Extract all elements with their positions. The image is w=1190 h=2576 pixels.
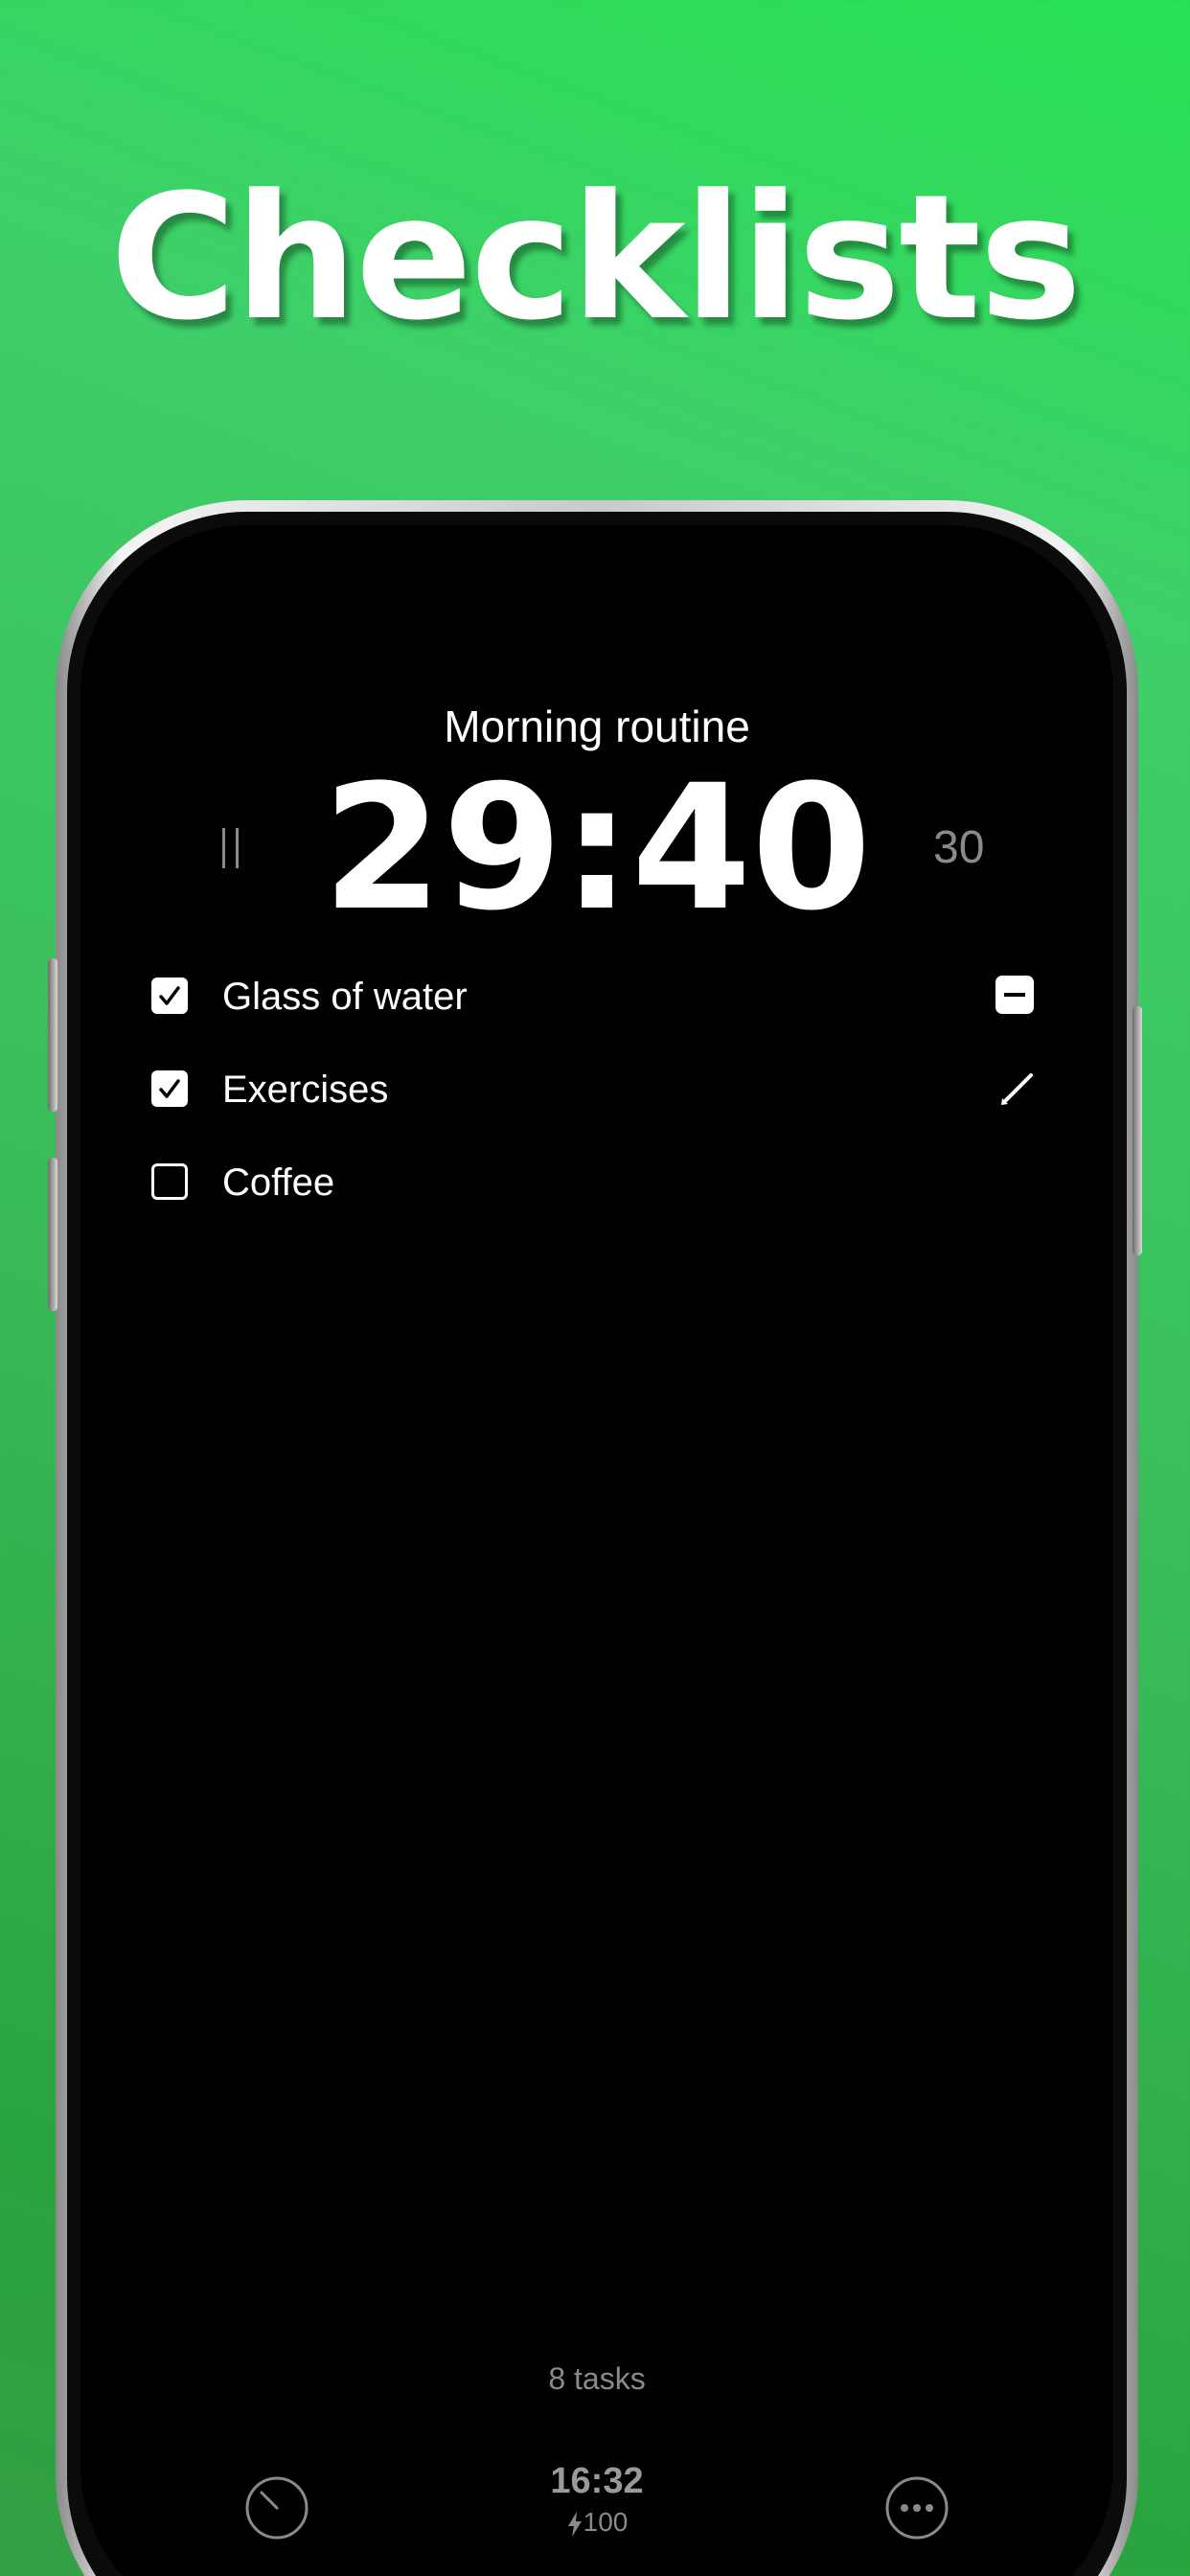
lightning-bolt-icon <box>567 2511 582 2537</box>
task-item[interactable]: Glass of water <box>151 968 1014 1025</box>
task-item[interactable]: Coffee <box>151 1154 1014 1211</box>
pencil-icon <box>1001 1073 1033 1105</box>
task-label: Coffee <box>222 1162 335 1204</box>
minus-square-icon <box>1004 993 1025 997</box>
remove-task-button[interactable] <box>995 976 1034 1014</box>
phone-power-button <box>1133 1006 1142 1255</box>
task-label: Exercises <box>222 1069 389 1111</box>
task-checkbox[interactable] <box>151 978 188 1014</box>
battery-indicator: 100 <box>80 2505 1113 2540</box>
phone-screen: Morning routine 29:40 30 Glass of water … <box>80 525 1113 2576</box>
task-checkbox[interactable] <box>151 1163 188 1200</box>
task-checkbox[interactable] <box>151 1070 188 1107</box>
more-button[interactable] <box>883 2474 950 2542</box>
checkmark-icon <box>159 986 180 1005</box>
task-item[interactable]: Exercises <box>151 1061 1014 1118</box>
duration-minutes[interactable]: 30 <box>933 820 984 876</box>
routine-title: Morning routine <box>444 702 750 751</box>
task-count: 8 tasks <box>548 2361 646 2396</box>
phone-mute-switch <box>48 958 57 1112</box>
checkmark-icon <box>159 1079 180 1098</box>
clock-time: 16:32 <box>550 2461 644 2501</box>
ellipsis-circle-icon <box>885 2476 949 2540</box>
task-label: Glass of water <box>222 976 468 1018</box>
headline: Checklists <box>109 158 1082 358</box>
battery-level: 100 <box>583 2507 629 2537</box>
edit-button[interactable] <box>996 1068 1039 1110</box>
phone-volume-button <box>48 1158 57 1311</box>
